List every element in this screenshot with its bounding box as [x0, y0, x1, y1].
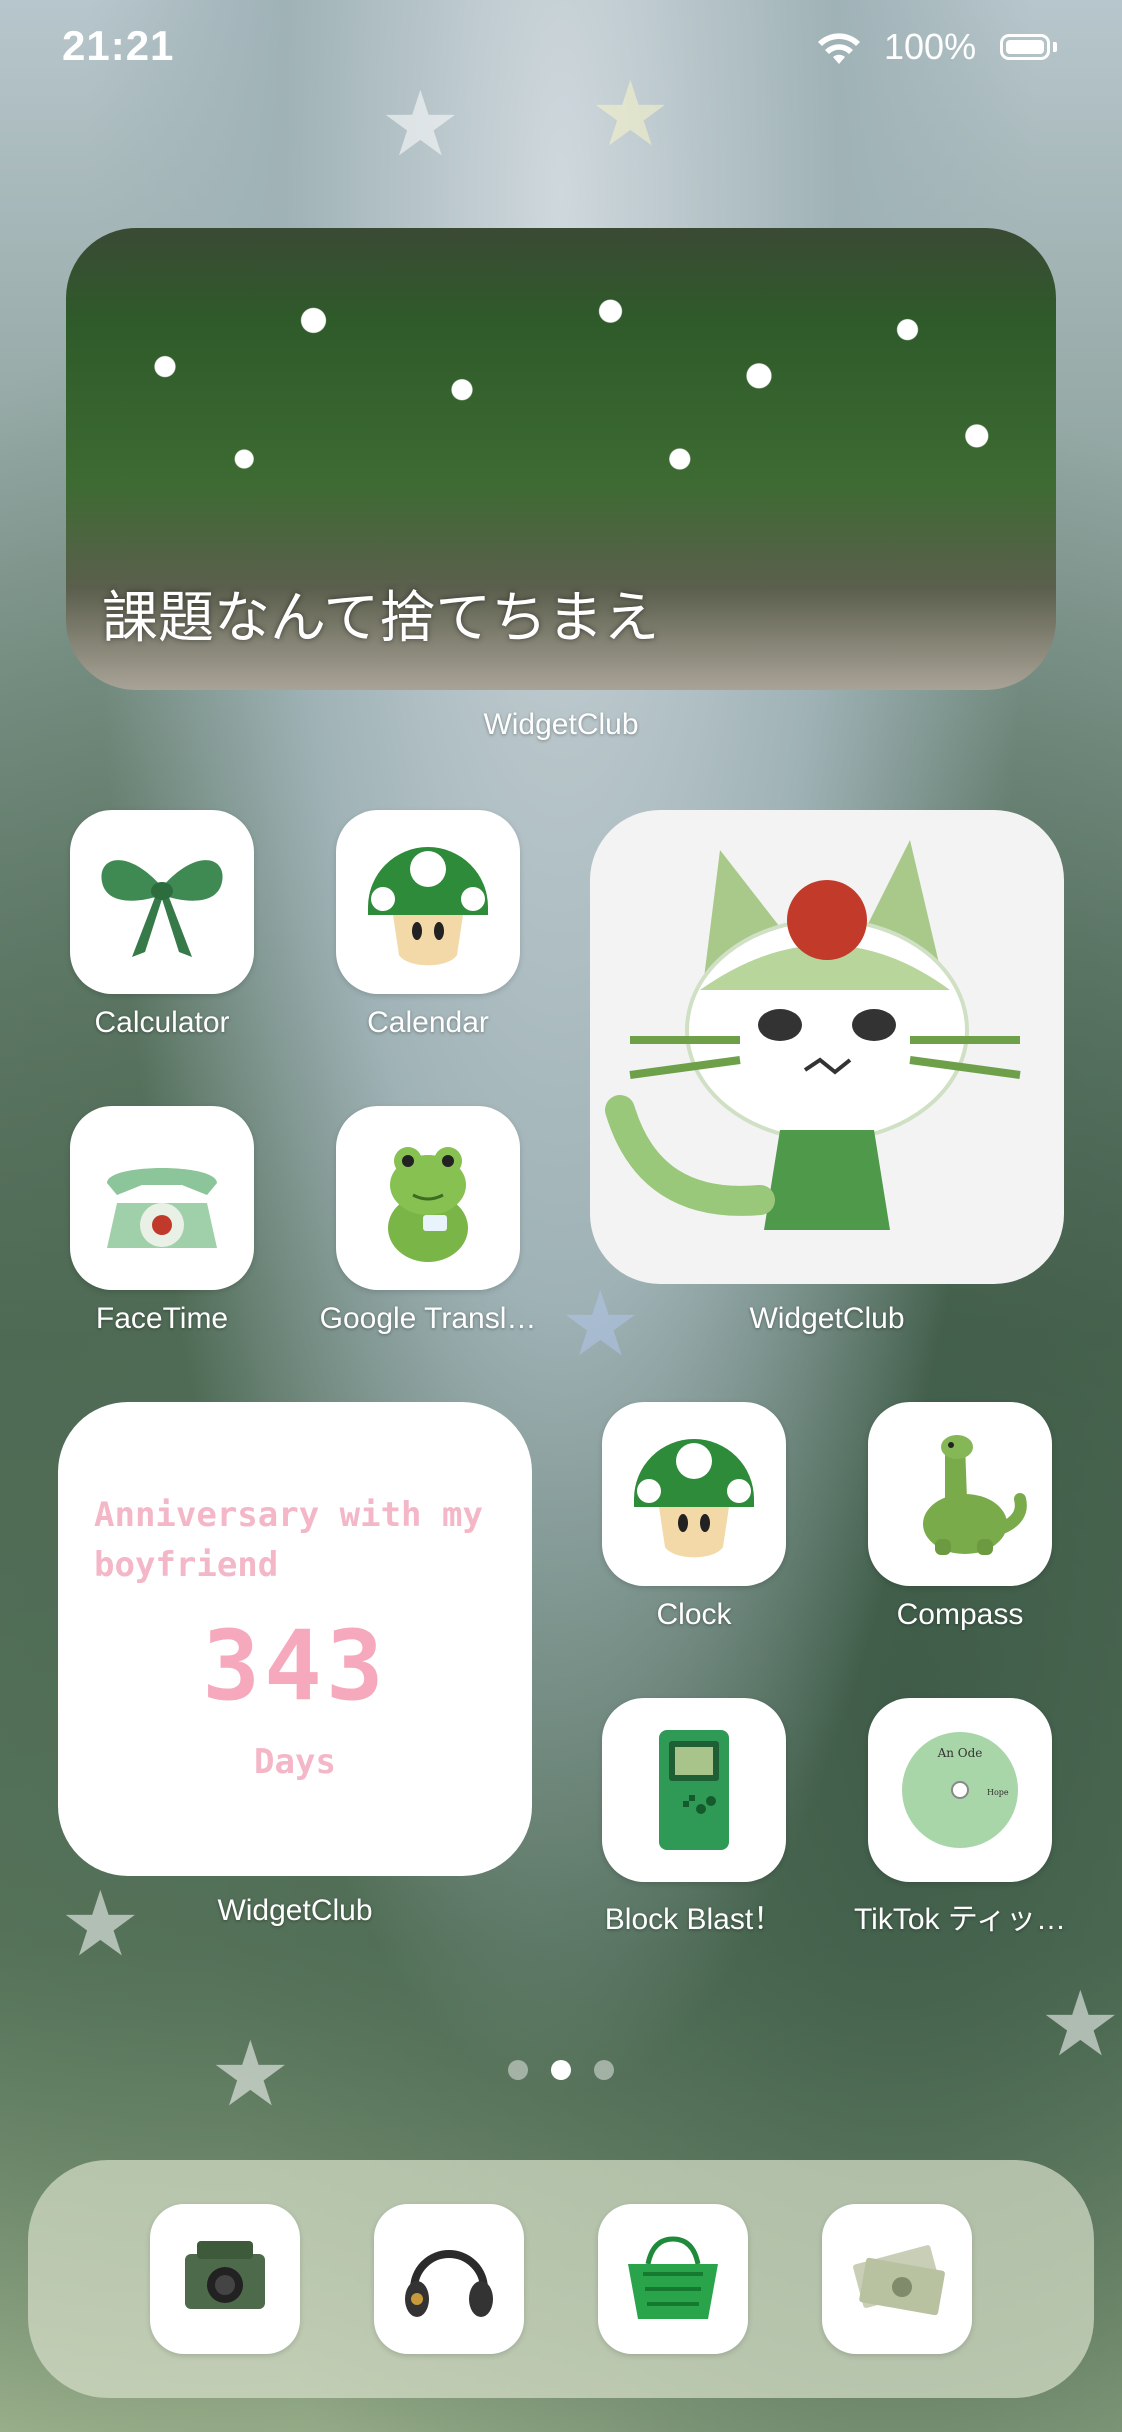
camera-icon — [185, 2241, 265, 2309]
google-translate-label: Google Transl… — [319, 1302, 537, 1335]
clock-app[interactable] — [602, 1402, 786, 1586]
green-bow-icon — [101, 860, 223, 957]
star-decoration: ★ — [380, 75, 461, 175]
star-decoration: ★ — [60, 1875, 141, 1975]
google-translate-app[interactable] — [336, 1106, 520, 1290]
status-time: 21:21 — [62, 22, 175, 69]
anniversary-title: Anniversary with my boyfriend — [94, 1495, 483, 1585]
calendar-label: Calendar — [367, 1006, 489, 1039]
headphones-icon — [405, 2250, 493, 2317]
page-indicator[interactable] — [508, 2060, 614, 2080]
money-icon — [853, 2245, 945, 2316]
photo-widget-label: WidgetClub — [483, 708, 639, 741]
shopping-basket-icon — [628, 2236, 718, 2319]
record-subtitle: Hope — [987, 1788, 1009, 1797]
dock — [28, 2160, 1094, 2398]
dock-headphones-app[interactable] — [374, 2204, 524, 2354]
calculator-label: Calculator — [94, 1006, 230, 1039]
page-dot-1[interactable] — [508, 2060, 528, 2080]
status-bar: 21:21 100% — [0, 22, 1122, 78]
anniversary-widget-label: WidgetClub — [217, 1894, 373, 1927]
tiktok-app[interactable]: An Ode Hope — [868, 1698, 1052, 1882]
green-mushroom-icon — [368, 847, 488, 966]
compass-app[interactable] — [868, 1402, 1052, 1586]
clock-label: Clock — [656, 1598, 732, 1631]
dock-camera-app[interactable] — [150, 2204, 300, 2354]
calculator-app[interactable] — [70, 810, 254, 994]
star-decoration: ★ — [1040, 1975, 1121, 2075]
cat-figure-icon — [605, 840, 1021, 1230]
facetime-app[interactable] — [70, 1106, 254, 1290]
green-telephone-icon — [107, 1168, 217, 1248]
cat-widget-label: WidgetClub — [749, 1302, 905, 1335]
record-title: An Ode — [937, 1746, 983, 1760]
cat-widget[interactable] — [590, 810, 1064, 1284]
battery-tip — [1053, 42, 1057, 52]
record-disc-icon: An Ode Hope — [902, 1732, 1018, 1848]
anniversary-count: 343 — [202, 1610, 388, 1722]
star-decoration: ★ — [590, 65, 671, 165]
block-blast-label: Block Blast！ — [604, 1903, 784, 1936]
dock-money-app[interactable] — [822, 2204, 972, 2354]
calendar-app[interactable] — [336, 810, 520, 994]
facetime-label: FaceTime — [95, 1302, 229, 1335]
anniversary-widget[interactable]: Anniversary with my boyfriend 343 Days — [58, 1402, 532, 1876]
green-mushroom-icon — [634, 1439, 754, 1558]
tiktok-label: TikTok ティッ… — [853, 1903, 1067, 1936]
star-decoration: ★ — [210, 2025, 291, 2125]
battery-percent: 100% — [884, 26, 977, 67]
compass-label: Compass — [896, 1598, 1024, 1631]
green-gameboy-icon — [659, 1730, 729, 1850]
dinosaur-plush-icon — [923, 1435, 1027, 1555]
dock-basket-app[interactable] — [598, 2204, 748, 2354]
photo-widget[interactable]: 課題なんて捨てちまえ — [66, 228, 1056, 690]
star-decoration: ★ — [560, 1275, 641, 1375]
wifi-icon — [818, 33, 860, 64]
block-blast-app[interactable] — [602, 1698, 786, 1882]
battery-full-icon — [1000, 34, 1050, 60]
photo-widget-text: 課題なんて捨てちまえ — [102, 586, 660, 651]
anniversary-unit: Days — [254, 1742, 336, 1782]
page-dot-3[interactable] — [594, 2060, 614, 2080]
frog-plush-icon — [388, 1147, 468, 1262]
page-dot-2[interactable] — [551, 2060, 571, 2080]
